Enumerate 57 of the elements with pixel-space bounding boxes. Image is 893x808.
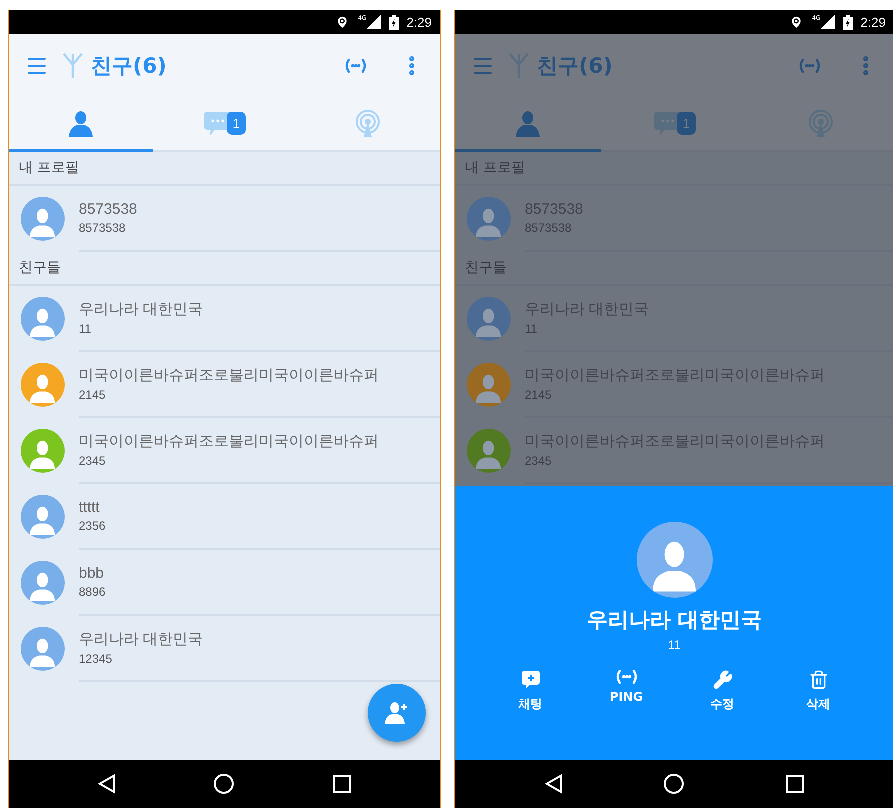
contact-id: 11	[79, 322, 92, 336]
broadcast-tower-icon	[806, 110, 835, 138]
sheet-contact-name: 우리나라 대한민국	[586, 607, 762, 634]
add-friend-button[interactable]	[368, 684, 426, 742]
battery-charging-icon	[388, 14, 399, 30]
unread-badge: 1	[226, 112, 246, 135]
back-button[interactable]	[98, 774, 116, 794]
recents-button[interactable]	[333, 775, 352, 793]
battery-charging-icon	[842, 14, 853, 30]
contact-name: 우리나라 대한민국	[79, 300, 204, 319]
status-time: 2:29	[860, 14, 886, 30]
section-header: 내 프로필	[455, 152, 893, 186]
section-header: 친구들	[455, 252, 893, 286]
broadcast-tower-icon	[354, 110, 382, 138]
screen-title: 친구(6)	[537, 53, 614, 80]
antenna-icon	[63, 53, 83, 79]
section-header: 내 프로필	[9, 152, 440, 186]
contact-id: 8896	[79, 585, 107, 599]
contact-id: 11	[525, 322, 538, 336]
broadcast-icon[interactable]	[344, 59, 368, 73]
antenna-icon	[509, 53, 529, 79]
sheet-action-button[interactable]: 삭제	[788, 670, 848, 713]
contact-id: 2356	[79, 519, 107, 533]
contact-id: 2145	[525, 388, 553, 402]
contact-id: 12345	[79, 652, 114, 666]
status-time: 2:29	[406, 14, 432, 30]
contact-name: 8573538	[79, 201, 138, 218]
recents-button[interactable]	[786, 775, 804, 793]
sheet-action-button[interactable]: PING	[596, 670, 656, 713]
contact-id: 8573538	[79, 221, 127, 235]
contact-id: 2345	[525, 454, 553, 468]
broadcast-icon[interactable]	[798, 59, 822, 73]
contact-name: 미국이이른바슈퍼조로불리미국이이른바슈퍼	[79, 366, 380, 385]
contact-name: 미국이이른바슈퍼조로불리미국이이른바슈퍼	[79, 432, 380, 451]
sheet-action-button[interactable]: 수정	[692, 670, 752, 713]
contact-id: 2345	[79, 454, 107, 468]
signal-icon	[366, 15, 381, 29]
section-header: 친구들	[9, 252, 440, 286]
contact-id: 8573538	[525, 221, 573, 235]
home-button[interactable]	[663, 773, 686, 795]
sheet-action-button[interactable]: 채팅	[500, 670, 560, 713]
trash-icon	[808, 670, 828, 690]
signal-icon	[820, 15, 835, 29]
wrench-icon	[712, 670, 732, 690]
screen-title: 친구(6)	[91, 53, 168, 80]
person-icon	[514, 110, 542, 136]
contact-name: 우리나라 대한민국	[79, 630, 204, 649]
contact-id: 2145	[79, 388, 107, 402]
add-person-icon	[385, 702, 409, 724]
contact-name: bbb	[79, 565, 106, 582]
contact-name: ttttt	[79, 499, 101, 516]
unread-badge: 1	[676, 112, 696, 135]
chat-add-icon	[520, 670, 540, 690]
back-button[interactable]	[545, 774, 564, 794]
home-button[interactable]	[213, 773, 236, 795]
sheet-contact-id: 11	[668, 638, 681, 652]
person-icon	[66, 110, 95, 136]
